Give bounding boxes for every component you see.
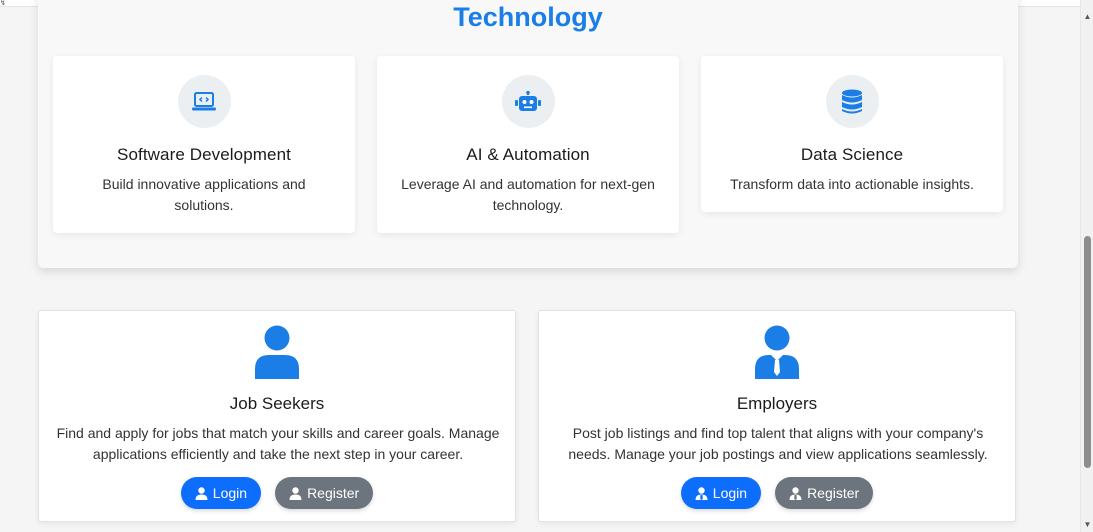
- login-button-label: Login: [712, 485, 748, 501]
- tech-card-data-science: Data Science Transform data into actiona…: [701, 56, 1003, 212]
- technology-section: Technology Software Development Build in…: [38, 0, 1018, 268]
- job-seekers-card: Job Seekers Find and apply for jobs that…: [38, 310, 516, 522]
- vertical-scrollbar[interactable]: ▲ ▼: [1080, 0, 1093, 532]
- role-description: Find and apply for jobs that match your …: [56, 425, 500, 462]
- section-title: Technology: [453, 2, 603, 32]
- role-actions: Login Register: [539, 477, 1015, 509]
- register-button-label: Register: [807, 485, 860, 501]
- register-button[interactable]: Register: [275, 477, 374, 509]
- scroll-down-arrow-icon[interactable]: ▼: [1081, 518, 1093, 532]
- tech-card-description: Transform data into actionable insights.: [730, 176, 974, 192]
- register-button-label: Register: [307, 485, 360, 501]
- tech-card-description: Build innovative applications and soluti…: [102, 176, 306, 213]
- scroll-up-arrow-icon[interactable]: ▲: [1081, 10, 1093, 24]
- user-tie-icon: [539, 325, 1015, 381]
- employers-card: Employers Post job listings and find top…: [538, 310, 1016, 522]
- tech-card-title: Software Development: [117, 145, 291, 164]
- database-icon: [825, 75, 879, 128]
- tech-card-description: Leverage AI and automation for next-gen …: [401, 176, 655, 213]
- tech-card-software-development: Software Development Build innovative ap…: [53, 56, 355, 233]
- login-button[interactable]: Login: [180, 477, 262, 509]
- role-description: Post job listings and find top talent th…: [568, 425, 988, 462]
- user-icon: [289, 486, 302, 500]
- robot-icon: [501, 75, 555, 128]
- tech-card-title: Data Science: [800, 145, 904, 164]
- register-button[interactable]: Register: [775, 477, 874, 509]
- login-button[interactable]: Login: [680, 477, 762, 509]
- user-tie-icon: [789, 486, 802, 500]
- scrollbar-thumb[interactable]: [1084, 236, 1091, 468]
- tech-card-title: AI & Automation: [466, 145, 590, 164]
- user-icon: [195, 486, 208, 500]
- login-button-label: Login: [212, 485, 248, 501]
- role-title: Employers: [736, 394, 818, 413]
- user-tie-icon: [695, 486, 708, 500]
- corner-glyph-icon: ↯: [0, 0, 6, 7]
- role-actions: Login Register: [39, 477, 515, 509]
- laptop-code-icon: [177, 75, 231, 128]
- tech-card-ai-automation: AI & Automation Leverage AI and automati…: [377, 56, 679, 233]
- role-title: Job Seekers: [229, 394, 325, 413]
- user-icon: [39, 325, 515, 381]
